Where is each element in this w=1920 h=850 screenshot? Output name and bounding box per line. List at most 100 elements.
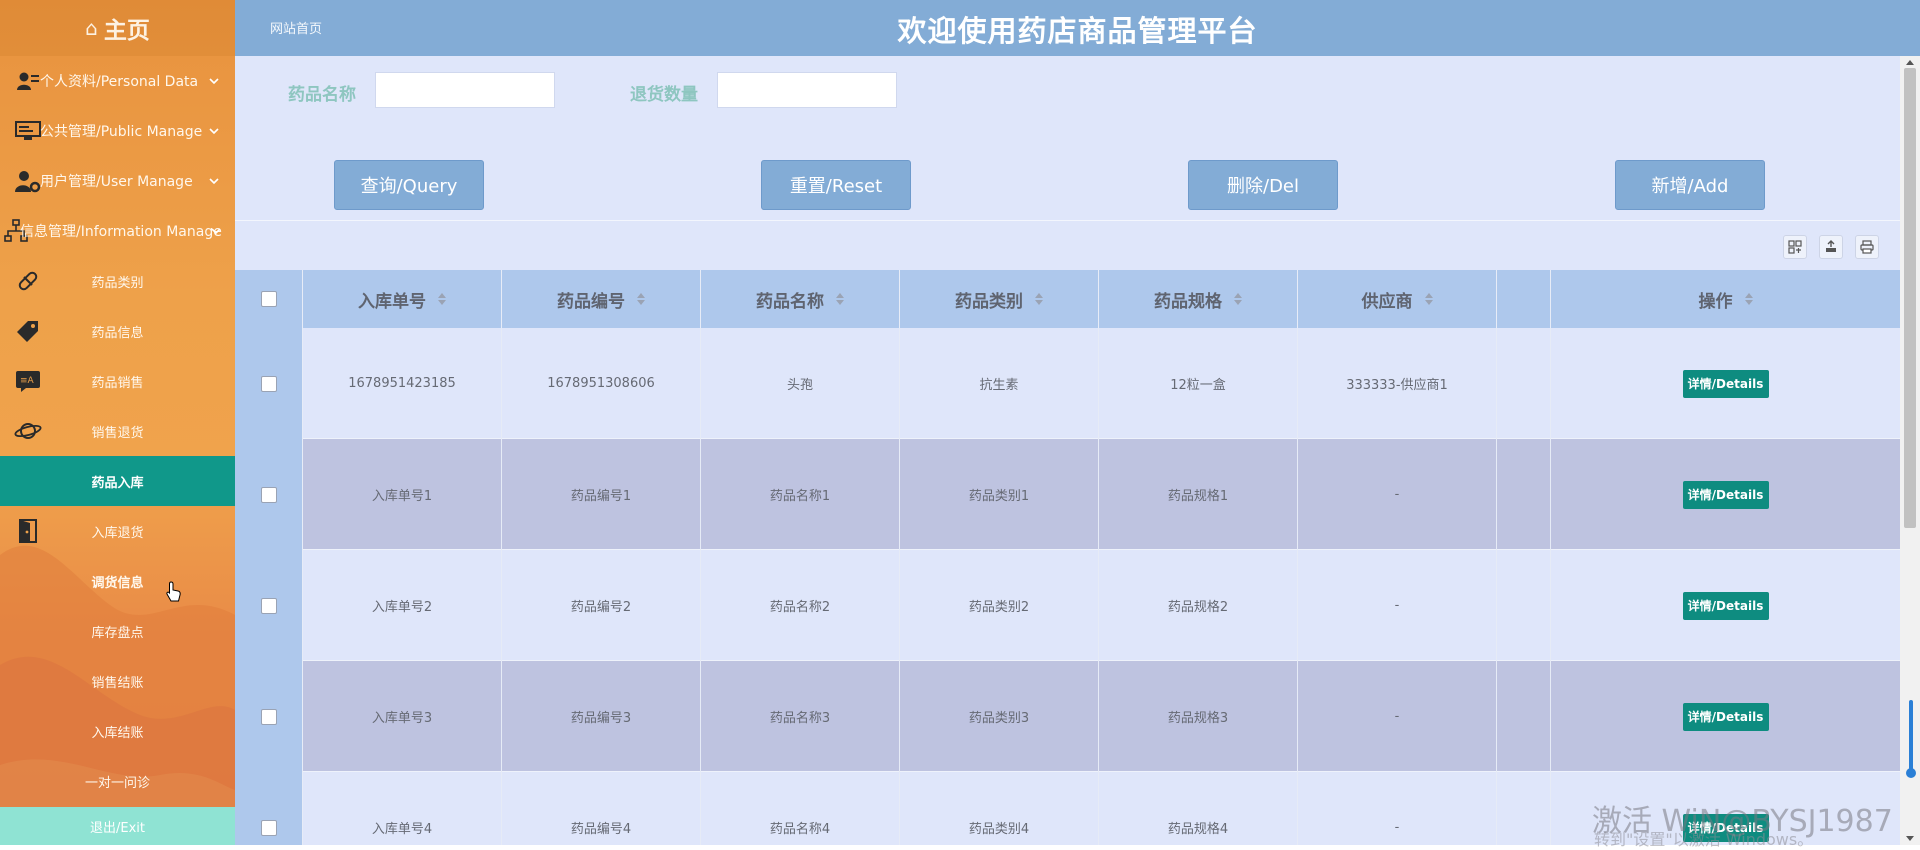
- col-header-actions[interactable]: 操作: [1551, 270, 1900, 328]
- select-all-checkbox[interactable]: [260, 291, 277, 307]
- chevron-down-icon: [209, 128, 219, 135]
- cell-inbound-no: 入库单号2: [303, 550, 502, 661]
- details-button[interactable]: 详情/Details: [1682, 480, 1769, 509]
- sidebar-item-consultation[interactable]: 一对一问诊: [0, 756, 235, 806]
- cell-blank: [1497, 661, 1551, 772]
- sidebar-item-label: 入库退货: [91, 525, 144, 541]
- sidebar-item-label: 药品入库: [91, 475, 144, 491]
- drug-name-input[interactable]: [375, 72, 555, 108]
- drug-name-label: 药品名称: [288, 85, 356, 105]
- sidebar-item-drug-info[interactable]: 药品信息: [0, 306, 235, 356]
- mouse-cursor-icon: [166, 581, 181, 602]
- menu-user-manage[interactable]: 用户管理/User Manage: [0, 156, 235, 206]
- sidebar-item-drug-sales[interactable]: ≡A 药品销售: [0, 356, 235, 406]
- details-button[interactable]: 详情/Details: [1682, 591, 1769, 620]
- col-header-drug-spec[interactable]: 药品规格: [1099, 270, 1298, 328]
- sidebar-item-label: 销售退货: [91, 425, 144, 441]
- scroll-up-arrow[interactable]: [1906, 60, 1914, 65]
- menu-label: 个人资料/Personal Data: [40, 74, 199, 90]
- sidebar-item-sales-settlement[interactable]: 销售结账: [0, 656, 235, 706]
- sort-icon: [1234, 293, 1242, 305]
- exit-button[interactable]: 退出/Exit: [0, 807, 235, 845]
- col-label: 药品编号: [557, 291, 625, 312]
- chevron-down-icon: [209, 178, 219, 185]
- sidebar-item-inbound-return[interactable]: 入库退货: [0, 506, 235, 556]
- sidebar-item-inbound-settlement[interactable]: 入库结账: [0, 706, 235, 756]
- reset-button[interactable]: 重置/Reset: [761, 160, 911, 210]
- cell-drug-spec: 12粒一盒: [1099, 328, 1298, 439]
- sidebar-item-label: 入库结账: [91, 725, 144, 741]
- query-button[interactable]: 查询/Query: [334, 160, 484, 210]
- cell-drug-category: 药品类别2: [900, 550, 1099, 661]
- top-header: 网站首页 欢迎使用药店商品管理平台: [235, 0, 1920, 56]
- col-label: 药品类别: [955, 291, 1023, 312]
- menu-public-manage[interactable]: 公共管理/Public Manage: [0, 106, 235, 156]
- cell-blank: [1497, 550, 1551, 661]
- sidebar-item-drug-category[interactable]: 药品类别: [0, 256, 235, 306]
- col-label: 入库单号: [358, 291, 426, 312]
- sidebar: ⌂ 主页 个人资料/Personal Data 公共管理/Public Mana…: [0, 0, 235, 845]
- row-checkbox[interactable]: [260, 597, 277, 614]
- row-select-cell: [235, 661, 303, 772]
- cell-actions: 详情/Details: [1551, 328, 1900, 439]
- export-button[interactable]: [1819, 235, 1843, 259]
- details-button[interactable]: 详情/Details: [1682, 702, 1769, 731]
- cell-supplier: -: [1298, 550, 1497, 661]
- logo-text: 主页: [103, 18, 150, 44]
- sort-icon: [438, 293, 446, 305]
- cell-inbound-no: 1678951423185: [303, 328, 502, 439]
- cell-drug-name: 药品名称3: [701, 661, 900, 772]
- menu-label: 信息管理/Information Manage: [20, 224, 222, 240]
- row-select-cell: [235, 439, 303, 550]
- row-checkbox[interactable]: [260, 819, 277, 836]
- sidebar-item-inventory-check[interactable]: 库存盘点: [0, 606, 235, 656]
- details-button[interactable]: 详情/Details: [1682, 369, 1769, 398]
- cell-drug-category: 药品类别4: [900, 772, 1099, 845]
- row-checkbox[interactable]: [260, 708, 277, 725]
- col-header-inbound-no[interactable]: 入库单号: [303, 270, 502, 328]
- home-logo[interactable]: ⌂ 主页: [0, 0, 235, 56]
- scroll-down-arrow[interactable]: [1906, 836, 1914, 841]
- cell-drug-name: 药品名称1: [701, 439, 900, 550]
- col-label: 供应商: [1361, 291, 1413, 312]
- sidebar-item-drug-inbound[interactable]: 药品入库: [0, 456, 235, 506]
- col-header-blank: [1497, 270, 1551, 328]
- columns-toggle-button[interactable]: [1783, 235, 1807, 259]
- table-row: 入库单号1 药品编号1 药品名称1 药品类别1 药品规格1- 详情/Details: [235, 439, 1900, 550]
- return-qty-input[interactable]: [717, 72, 897, 108]
- page-title: 欢迎使用药店商品管理平台: [897, 14, 1258, 48]
- print-button[interactable]: [1855, 235, 1879, 259]
- col-header-drug-category[interactable]: 药品类别: [900, 270, 1099, 328]
- col-header-drug-name[interactable]: 药品名称: [701, 270, 900, 328]
- select-all-cell: [235, 270, 303, 328]
- add-button[interactable]: 新增/Add: [1615, 160, 1765, 210]
- cell-drug-code: 药品编号1: [502, 439, 701, 550]
- cell-actions: 详情/Details: [1551, 661, 1900, 772]
- main-content: 药品名称 退货数量 查询/Query 重置/Reset 删除/Del 新增/Ad…: [235, 56, 1900, 845]
- row-checkbox[interactable]: [260, 486, 277, 503]
- cell-actions: 详情/Details: [1551, 550, 1900, 661]
- sort-icon: [637, 293, 645, 305]
- menu-label: 用户管理/User Manage: [40, 174, 193, 190]
- row-checkbox[interactable]: [260, 375, 277, 392]
- delete-button[interactable]: 删除/Del: [1188, 160, 1338, 210]
- col-header-drug-code[interactable]: 药品编号: [502, 270, 701, 328]
- menu-information-manage[interactable]: 信息管理/Information Manage: [0, 206, 235, 256]
- col-label: 药品规格: [1154, 291, 1222, 312]
- col-header-supplier[interactable]: 供应商: [1298, 270, 1497, 328]
- sidebar-item-sales-return[interactable]: 销售退货: [0, 406, 235, 456]
- sidebar-item-label: 药品销售: [91, 375, 144, 391]
- sidebar-item-label: 药品类别: [91, 275, 144, 291]
- cell-drug-name: 头孢: [701, 328, 900, 439]
- sort-icon: [1744, 293, 1753, 305]
- grid-icon: [1788, 240, 1802, 254]
- cell-drug-category: 药品类别1: [900, 439, 1099, 550]
- menu-personal-data[interactable]: 个人资料/Personal Data: [0, 56, 235, 106]
- table-row: 入库单号2 药品编号2 药品名称2 药品类别2 药品规格2- 详情/Details: [235, 550, 1900, 661]
- row-select-cell: [235, 328, 303, 439]
- chevron-down-icon: [211, 228, 221, 235]
- scroll-thumb[interactable]: [1904, 68, 1916, 528]
- thermometer-widget: [1906, 700, 1916, 778]
- sidebar-item-transfer-info[interactable]: 调货信息: [0, 556, 235, 606]
- cell-drug-spec: 药品规格4: [1099, 772, 1298, 845]
